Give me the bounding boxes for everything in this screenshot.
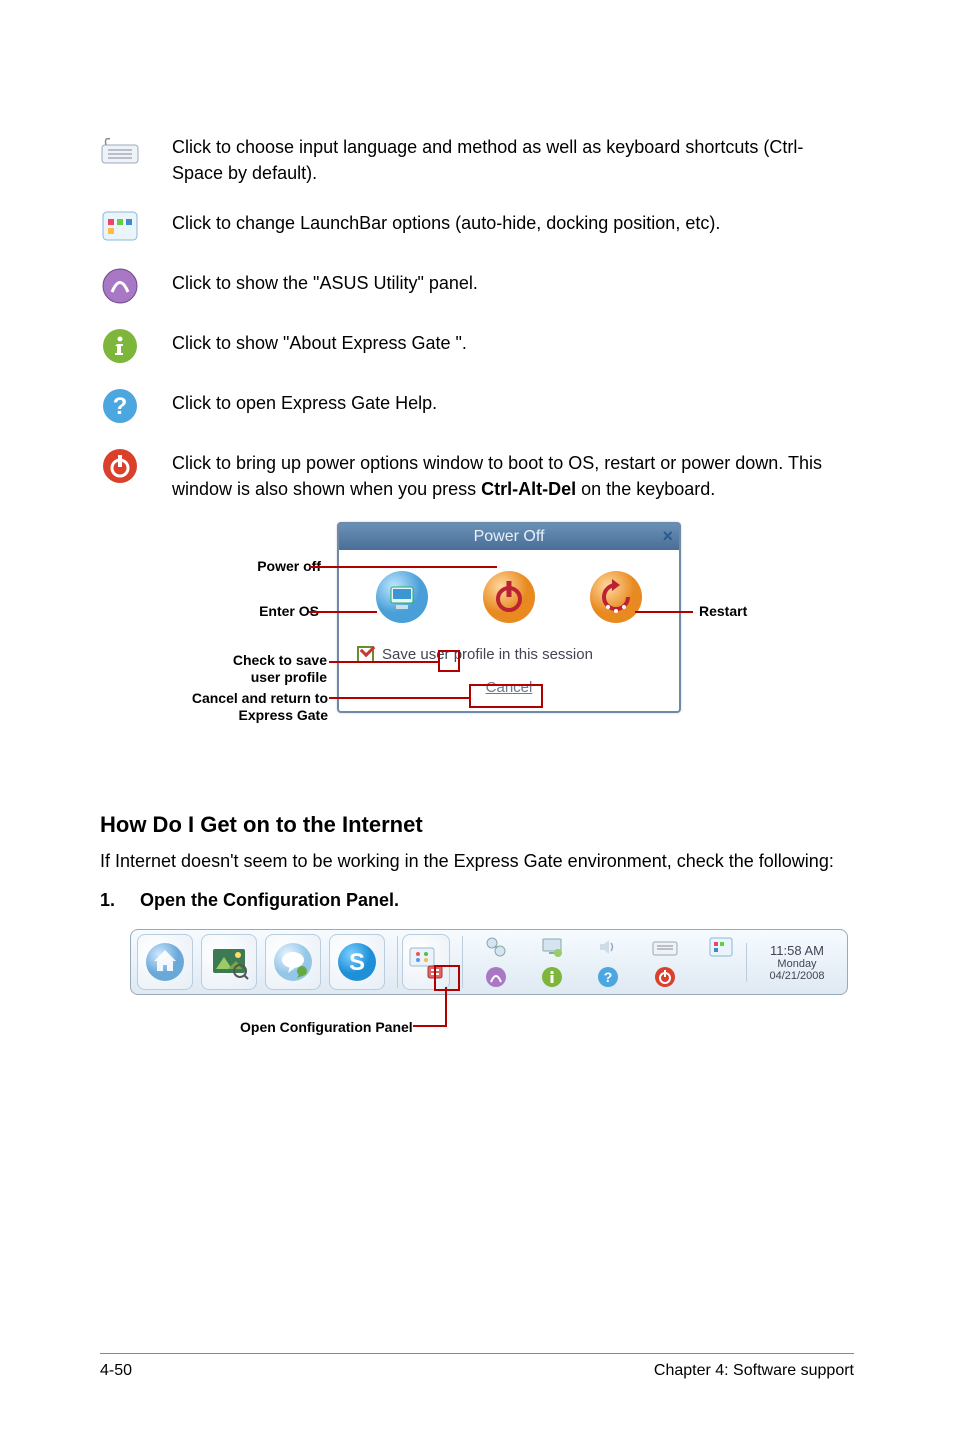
footer-chapter: Chapter 4: Software support <box>654 1362 854 1380</box>
desc-keyboard: Click to choose input language and metho… <box>172 130 854 186</box>
power-off-button[interactable] <box>480 568 538 626</box>
launchbar-options-icon <box>100 206 140 246</box>
dialog-title-bar: Power Off × <box>339 524 679 550</box>
launchbar: S ? <box>130 929 848 995</box>
svg-text:S: S <box>349 949 365 976</box>
small-network-icon[interactable] <box>471 934 521 960</box>
small-launchbar-icon[interactable] <box>696 934 746 960</box>
lb-chat-icon[interactable] <box>265 934 321 990</box>
section-heading: How Do I Get on to the Internet <box>100 812 854 838</box>
close-icon[interactable]: × <box>662 526 673 547</box>
datetime-block: 11:58 AM Monday 04/21/2008 <box>746 943 841 982</box>
step-text: Open the Configuration Panel. <box>140 890 399 911</box>
lb-home-icon[interactable] <box>137 934 193 990</box>
small-monitor-icon[interactable] <box>527 934 577 960</box>
anno-power-off: Power off <box>231 558 321 574</box>
highlight-checkbox <box>438 650 460 672</box>
small-about-icon[interactable] <box>527 964 577 990</box>
desc-launchbar-options: Click to change LaunchBar options (auto-… <box>172 206 720 236</box>
power-icon <box>100 446 140 486</box>
small-asus-icon[interactable] <box>471 964 521 990</box>
highlight-config-panel <box>434 965 460 991</box>
small-help-icon[interactable]: ? <box>583 964 633 990</box>
anno-restart: Restart <box>699 603 747 619</box>
asus-utility-icon <box>100 266 140 306</box>
help-icon: ? <box>100 386 140 426</box>
desc-about: Click to show "About Express Gate ". <box>172 326 467 356</box>
keyboard-icon <box>100 130 140 170</box>
dialog-title-text: Power Off <box>474 528 545 545</box>
section-body: If Internet doesn't seem to be working i… <box>100 848 854 874</box>
footer-page: 4-50 <box>100 1362 132 1380</box>
small-volume-icon[interactable] <box>583 934 633 960</box>
lb-skype-icon[interactable]: S <box>329 934 385 990</box>
desc-power: Click to bring up power options window t… <box>172 446 854 502</box>
restart-button[interactable] <box>587 568 645 626</box>
lb-photo-icon[interactable] <box>201 934 257 990</box>
highlight-cancel <box>469 684 543 708</box>
enter-os-button[interactable] <box>373 568 431 626</box>
small-keyboard-icon[interactable] <box>640 934 690 960</box>
anno-open-config: Open Configuration Panel <box>240 1019 413 1069</box>
step-number: 1. <box>100 890 140 911</box>
svg-text:?: ? <box>604 969 613 985</box>
svg-text:?: ? <box>113 393 128 420</box>
desc-help: Click to open Express Gate Help. <box>172 386 437 416</box>
anno-enter-os: Enter OS <box>239 603 319 619</box>
anno-check-save: Check to saveuser profile <box>207 652 327 686</box>
anno-cancel-return: Cancel and return toExpress Gate <box>153 690 328 724</box>
about-icon <box>100 326 140 366</box>
small-power-icon[interactable] <box>640 964 690 990</box>
desc-asus-utility: Click to show the "ASUS Utility" panel. <box>172 266 478 296</box>
